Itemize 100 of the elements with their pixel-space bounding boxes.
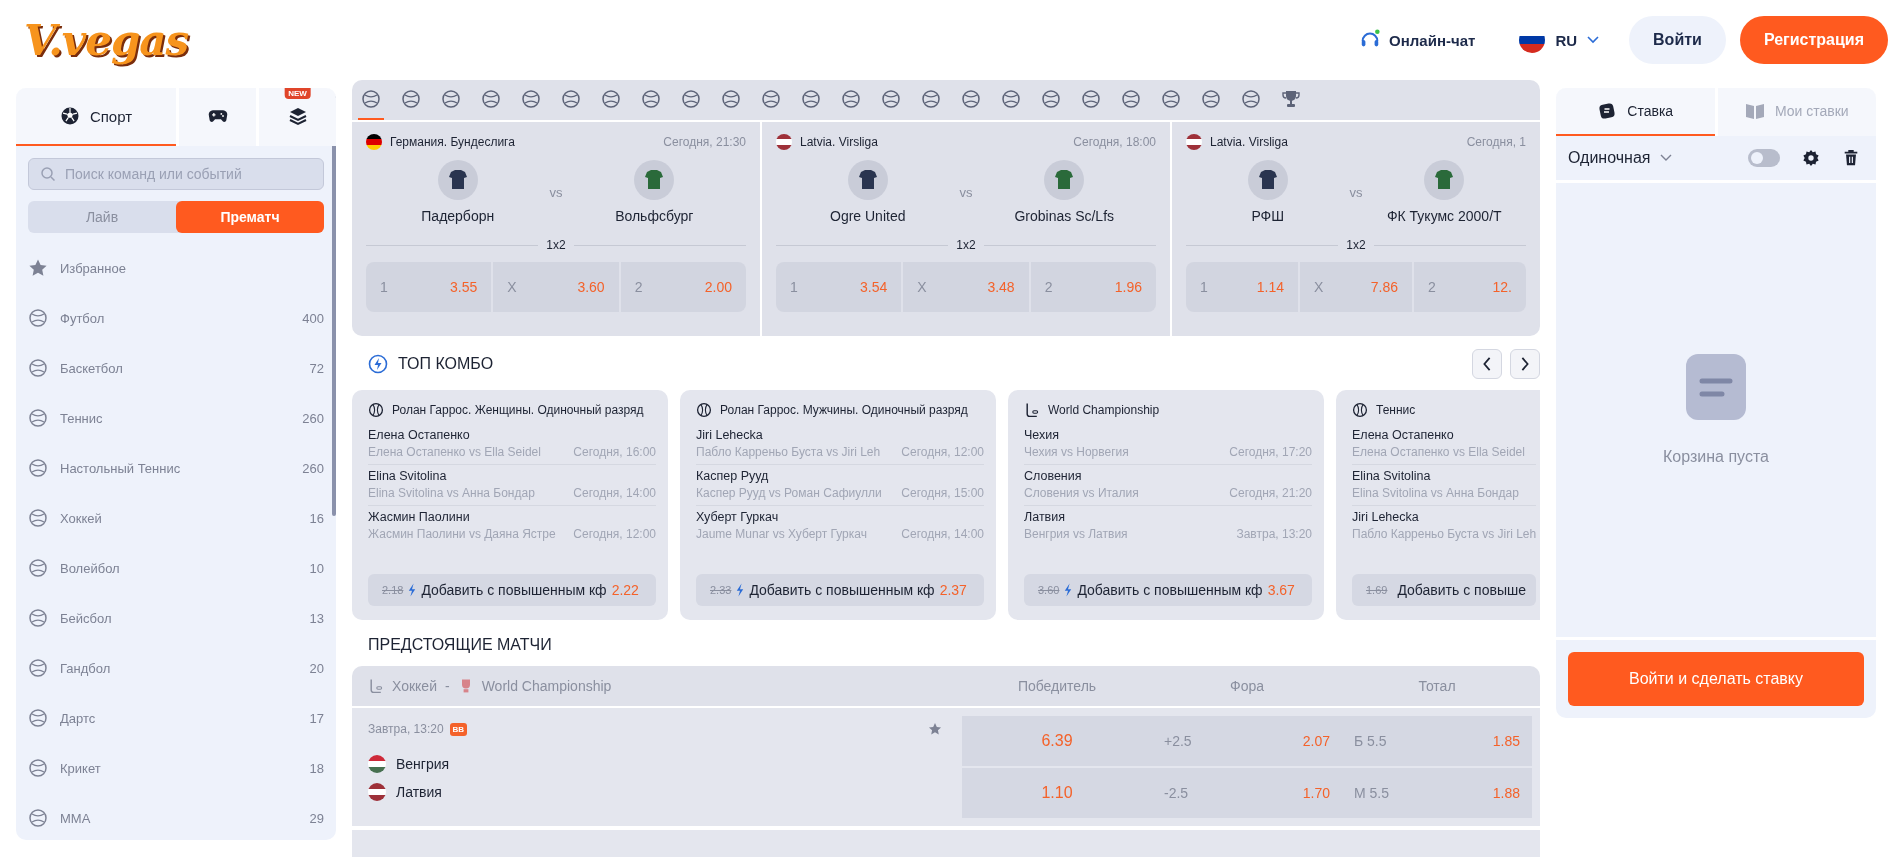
odds-button[interactable]: 1.10: [962, 768, 1152, 818]
sidebar-item[interactable]: MMA 29: [28, 793, 324, 840]
odds-button[interactable]: +2.5 2.07: [1152, 716, 1342, 766]
odds-button[interactable]: -2.5 1.70: [1152, 768, 1342, 818]
boosted-odds-button[interactable]: 1.69 Добавить с повыше: [1352, 574, 1536, 606]
odds-button[interactable]: 1 3.54: [776, 262, 902, 312]
player-name: Жасмин Паолини: [368, 510, 471, 524]
sidebar-tab[interactable]: Спорт: [16, 88, 176, 146]
event-time: Завтра, 13:20: [368, 722, 444, 736]
search-field[interactable]: Поиск команд или событий: [28, 158, 324, 190]
team-name: Падерборн: [421, 208, 495, 224]
player-name: Elina Svitolina: [368, 469, 448, 483]
login-and-bet-button[interactable]: Войти и сделать ставку: [1568, 652, 1864, 706]
odds-button[interactable]: 2 2.00: [620, 262, 746, 312]
combo-title: Ролан Гаррос. Мужчины. Одиночный разряд: [720, 403, 968, 417]
team-logo-icon: [437, 160, 478, 200]
boosted-odds-button[interactable]: 3.60 Добавить с повышенным кф 3.67: [1024, 574, 1312, 606]
ball-icon: [28, 708, 48, 728]
ball-icon: [28, 658, 48, 678]
team-name: РФШ: [1251, 208, 1285, 224]
odds-button[interactable]: X 7.86: [1300, 262, 1412, 312]
match-time: Сегодня, 18:00: [1073, 135, 1156, 149]
sidebar-item[interactable]: Избранное: [28, 243, 324, 293]
player-name: Елена Остапенко: [1352, 428, 1455, 442]
boosted-odds: 2.37: [939, 582, 967, 598]
sidebar-item[interactable]: Баскетбол 72: [28, 343, 324, 393]
empty-message: Корзина пуста: [1663, 448, 1769, 466]
boosted-odds-button[interactable]: 2.33 Добавить с повышенным кф 2.37: [696, 574, 984, 606]
sidebar-tab[interactable]: NEW: [259, 88, 336, 146]
league-name[interactable]: Latvia. Virsliga: [800, 135, 1066, 149]
online-chat-button[interactable]: Онлайн-чат: [1359, 29, 1476, 51]
ball-icon: [361, 89, 381, 109]
settings-icon[interactable]: [1802, 149, 1820, 167]
ball-icon: [641, 89, 661, 109]
sidebar-item[interactable]: Гандбол 20: [28, 643, 324, 693]
match-time: Сегодня, 12:00: [573, 527, 656, 541]
team-logo-icon: [1247, 160, 1288, 200]
ball-icon: [561, 89, 581, 109]
logo[interactable]: V.vegas: [24, 15, 189, 65]
mode-tab[interactable]: Прематч: [176, 201, 324, 233]
odds-button[interactable]: X 3.60: [493, 262, 619, 312]
sidebar-item[interactable]: Настольный Теннис 260: [28, 443, 324, 493]
flag-icon: [1186, 134, 1202, 150]
match-time: Сегодня, 1: [1466, 135, 1526, 149]
sidebar-item[interactable]: Крикет 18: [28, 743, 324, 793]
sidebar-item[interactable]: Футбол 400: [28, 293, 324, 343]
ball-icon: [28, 458, 48, 478]
team-name: ФК Тукумс 2000/Т: [1386, 208, 1502, 224]
soccer-ball-icon: [59, 106, 80, 126]
ball-icon: [28, 558, 48, 578]
sidebar-tab[interactable]: [179, 88, 256, 146]
chevron-down-icon: [1587, 36, 1600, 44]
bet-type-dropdown[interactable]: Одиночная: [1568, 149, 1726, 167]
trash-icon[interactable]: [1842, 149, 1860, 167]
old-odds: 2.18: [382, 584, 404, 596]
sidebar-item[interactable]: Хоккей 16: [28, 493, 324, 543]
previous-button[interactable]: [1472, 349, 1502, 379]
odds-button[interactable]: X 3.48: [903, 262, 1029, 312]
odds-button[interactable]: М 5.5 1.88: [1342, 768, 1532, 818]
ball-icon: [841, 89, 861, 109]
ball-icon: [1241, 89, 1261, 109]
mode-tab[interactable]: Лайв: [28, 201, 176, 233]
sidebar-item[interactable]: Дартс 17: [28, 693, 324, 743]
team-logo-icon: [1044, 160, 1085, 200]
old-odds: 3.60: [1038, 584, 1060, 596]
odds-button[interactable]: Б 5.5 1.85: [1342, 716, 1532, 766]
star-icon[interactable]: [928, 722, 942, 736]
next-button[interactable]: [1510, 349, 1540, 379]
ball-icon: [801, 89, 821, 109]
betslip-tab[interactable]: Мои ставки: [1717, 88, 1876, 136]
league-name[interactable]: Latvia. Virsliga: [1210, 135, 1459, 149]
tennis-ball-icon: [368, 402, 384, 418]
match-name: Elina Svitolina vs Анна Бондар: [1352, 486, 1519, 500]
odds-button[interactable]: 2 12.: [1414, 262, 1526, 312]
sidebar-item[interactable]: Теннис 260: [28, 393, 324, 443]
ball-icon: [1001, 89, 1021, 109]
old-odds: 1.69: [1366, 584, 1388, 596]
ball-icon: [1161, 89, 1181, 109]
old-odds: 2.33: [710, 584, 732, 596]
odds-button[interactable]: 1 1.14: [1186, 262, 1298, 312]
ball-icon: [441, 89, 461, 109]
odds-button[interactable]: 1 3.55: [366, 262, 492, 312]
login-button[interactable]: Войти: [1629, 16, 1726, 64]
betslip-tab[interactable]: Ставка: [1556, 88, 1715, 136]
sidebar-item[interactable]: Бейсбол 13: [28, 593, 324, 643]
language-selector[interactable]: RU: [1519, 27, 1600, 53]
boosted-odds: 3.67: [1267, 582, 1295, 598]
ball-icon: [481, 89, 501, 109]
league-name[interactable]: World Championship: [481, 678, 612, 694]
match-name: Пабло Карреньо Буста vs Jiri Leh: [1352, 527, 1537, 541]
toggle-switch[interactable]: [1748, 149, 1780, 167]
match-name: Словения vs Италия: [1024, 486, 1139, 500]
versus-label: vs: [549, 184, 563, 200]
odds-button[interactable]: 6.39: [962, 716, 1152, 766]
boosted-odds-button[interactable]: 2.18 Добавить с повышенным кф 2.22: [368, 574, 656, 606]
odds-button[interactable]: 2 1.96: [1030, 262, 1156, 312]
match-time: Сегодня, 16:00: [573, 445, 656, 459]
sidebar-item[interactable]: Волейбол 10: [28, 543, 324, 593]
register-button[interactable]: Регистрация: [1739, 16, 1888, 64]
league-name[interactable]: Германия. Бундеслига: [390, 135, 656, 149]
